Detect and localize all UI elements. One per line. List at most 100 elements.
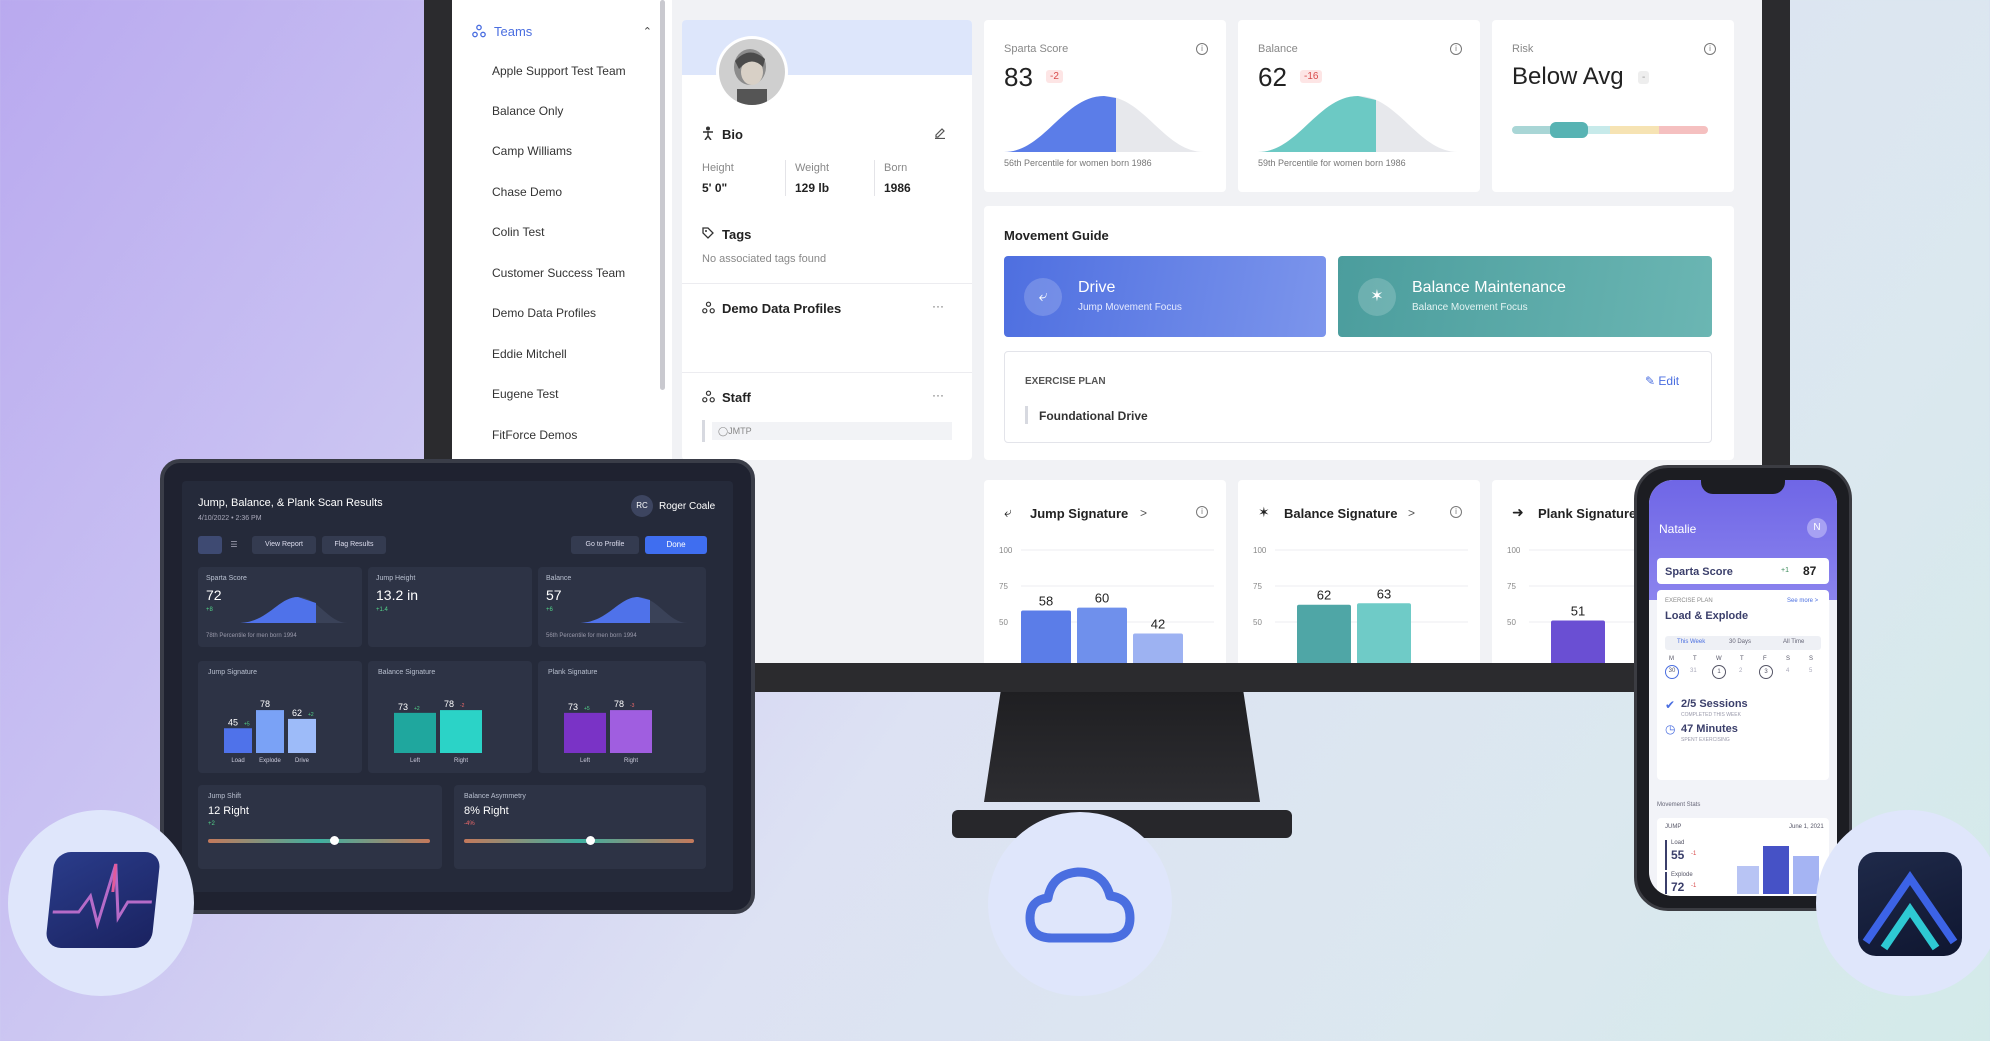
tablet-balance-value: 57 xyxy=(546,587,562,603)
tablet-signature-bar xyxy=(610,710,652,753)
staff-label: Staff xyxy=(722,390,751,405)
date[interactable]: 5 xyxy=(1809,668,1812,674)
axis-tick-label: 50 xyxy=(1253,618,1262,627)
flag-results-button[interactable]: Flag Results xyxy=(322,536,386,554)
stat-bar xyxy=(1665,840,1667,870)
phone-score-card[interactable]: Sparta Score +1 87 xyxy=(1657,558,1829,584)
phone-jump-label: JUMP xyxy=(1665,824,1682,830)
a-logo-icon xyxy=(1858,852,1962,956)
sidebar-item-team[interactable]: Balance Only xyxy=(492,104,563,120)
view-report-button[interactable]: View Report xyxy=(252,536,316,554)
jump-signature-card[interactable]: ⤶ Jump Signature > i 100 75 50 58 60 42 xyxy=(984,480,1226,663)
info-icon[interactable]: i xyxy=(1704,43,1716,55)
done-button[interactable]: Done xyxy=(645,536,707,554)
date[interactable]: 2 xyxy=(1739,668,1742,674)
tablet-balance-asymmetry-delta: -4% xyxy=(464,821,475,827)
axis-tick-label: 100 xyxy=(1507,546,1521,555)
sparta-score-label: Sparta Score xyxy=(1004,43,1069,55)
go-to-profile-button[interactable]: Go to Profile xyxy=(571,536,639,554)
edit-pencil-icon[interactable] xyxy=(934,127,946,139)
phone-screen: Natalie N Sparta Score +1 87 EXERCISE PL… xyxy=(1649,480,1837,896)
date-selected[interactable]: 30 xyxy=(1665,665,1679,679)
info-icon[interactable]: i xyxy=(1196,43,1208,55)
phone-range-tabs: This Week 30 Days All Time xyxy=(1665,636,1821,650)
phone-stats-date: June 1, 2021 xyxy=(1789,824,1824,830)
day-label: S xyxy=(1809,656,1814,662)
tablet-balance-card: Balance 57 +6 56th Percentile for men bo… xyxy=(538,567,706,647)
drive-focus-tile[interactable]: ⤶ Drive Jump Movement Focus xyxy=(1004,256,1326,337)
phone-user-avatar[interactable]: N xyxy=(1807,518,1827,538)
info-icon[interactable]: i xyxy=(1450,43,1462,55)
sidebar-teams-header[interactable]: Teams ⌃ xyxy=(472,20,652,42)
jump-signature-title: Jump Signature xyxy=(1030,506,1129,521)
tablet-date: 4/10/2022 • 2:36 PM xyxy=(198,515,262,522)
plan-item[interactable]: Foundational Drive xyxy=(1039,409,1148,423)
sidebar-item-team[interactable]: Eugene Test xyxy=(492,387,559,403)
phone-explode-value: 72 xyxy=(1671,880,1685,894)
sidebar-item-team[interactable]: Demo Data Profiles xyxy=(492,306,596,322)
tablet-bar-value: 78 xyxy=(444,699,454,709)
date-completed[interactable]: 3 xyxy=(1759,665,1773,679)
phone-plan-label: EXERCISE PLAN xyxy=(1665,598,1713,604)
tablet-sparta-curve xyxy=(238,597,348,623)
edit-plan-button[interactable]: ✎ Edit xyxy=(1645,374,1679,388)
sidebar-item-team[interactable]: Camp Williams xyxy=(492,144,572,160)
info-icon[interactable]: i xyxy=(1450,506,1462,518)
phone-score-delta: +1 xyxy=(1781,567,1789,574)
phone-stat-bar-1 xyxy=(1737,866,1759,894)
group-more-button[interactable]: ··· xyxy=(932,299,944,313)
weight-label: Weight xyxy=(795,162,830,174)
signature-bar xyxy=(1077,607,1127,663)
staff-more-button[interactable]: ··· xyxy=(932,388,944,402)
phone-see-more-link[interactable]: See more > xyxy=(1787,598,1818,604)
tablet-bar-category: Left xyxy=(580,758,590,764)
info-icon[interactable]: i xyxy=(1196,506,1208,518)
chevron-right-icon[interactable]: > xyxy=(1140,506,1147,520)
tablet-jump-shift-card: Jump Shift 12 Right +2 xyxy=(198,785,442,869)
sidebar-scrollbar[interactable] xyxy=(660,0,665,390)
phone-explode-delta: -1 xyxy=(1691,883,1697,889)
phone-explode-label: Explode xyxy=(1671,872,1693,878)
phone-minutes: 47 Minutes xyxy=(1681,723,1738,735)
tablet-bar-delta: +5 xyxy=(584,706,590,712)
divider xyxy=(785,160,786,196)
list-view-toggle[interactable]: ☰ xyxy=(223,536,245,554)
date[interactable]: 31 xyxy=(1690,668,1697,674)
sidebar-item-team[interactable]: FitForce Demos xyxy=(492,428,577,444)
risk-delta: - xyxy=(1638,71,1650,84)
tablet-jump-shift-delta: +2 xyxy=(208,821,215,827)
sidebar-item-team[interactable]: Apple Support Test Team xyxy=(492,64,626,80)
bar-value-label: 60 xyxy=(1095,591,1109,606)
tab-30-days[interactable]: 30 Days xyxy=(1729,639,1751,645)
tablet-balance-label: Balance xyxy=(546,575,572,582)
balance-signature-card[interactable]: ✶ Balance Signature > i 100 75 50 62 63 xyxy=(1238,480,1480,663)
tablet-balance-signature-card: Balance Signature 73 +2 Left 78 -2 Right xyxy=(368,661,532,773)
tags-empty-text: No associated tags found xyxy=(702,253,827,265)
born-label: Born xyxy=(884,162,908,174)
user-avatar[interactable]: RC xyxy=(631,495,653,517)
axis-tick-label: 100 xyxy=(1253,546,1267,555)
sidebar-item-team[interactable]: Eddie Mitchell xyxy=(492,347,567,363)
sparta-score-card: Sparta Score i 83 -2 56th Percentile for… xyxy=(984,20,1226,192)
balance-asymmetry-marker xyxy=(586,836,595,845)
group-icon xyxy=(702,301,715,314)
tab-all-time[interactable]: All Time xyxy=(1783,639,1804,645)
tablet-screen: Jump, Balance, & Plank Scan Results 4/10… xyxy=(182,481,733,892)
phone-load-value: 55 xyxy=(1671,848,1685,862)
avatar[interactable] xyxy=(716,36,788,108)
app-logo-badge xyxy=(1816,810,1990,996)
balance-focus-tile[interactable]: ✶ Balance Maintenance Balance Movement F… xyxy=(1338,256,1712,337)
tablet-bar-delta: +2 xyxy=(308,712,314,718)
date[interactable]: 4 xyxy=(1786,668,1789,674)
sparta-distribution-curve xyxy=(1004,96,1204,152)
sidebar-item-team[interactable]: Customer Success Team xyxy=(492,266,625,282)
tablet-signature-bar xyxy=(394,712,436,753)
drive-subtitle: Jump Movement Focus xyxy=(1078,302,1182,313)
date-completed[interactable]: 1 xyxy=(1712,665,1726,679)
sidebar-item-team[interactable]: Colin Test xyxy=(492,225,544,241)
tab-this-week[interactable]: This Week xyxy=(1677,639,1705,645)
chart-view-toggle[interactable] xyxy=(198,536,222,554)
chevron-up-icon[interactable]: ⌃ xyxy=(643,25,652,38)
chevron-right-icon[interactable]: > xyxy=(1408,506,1415,520)
sidebar-item-team[interactable]: Chase Demo xyxy=(492,185,562,201)
